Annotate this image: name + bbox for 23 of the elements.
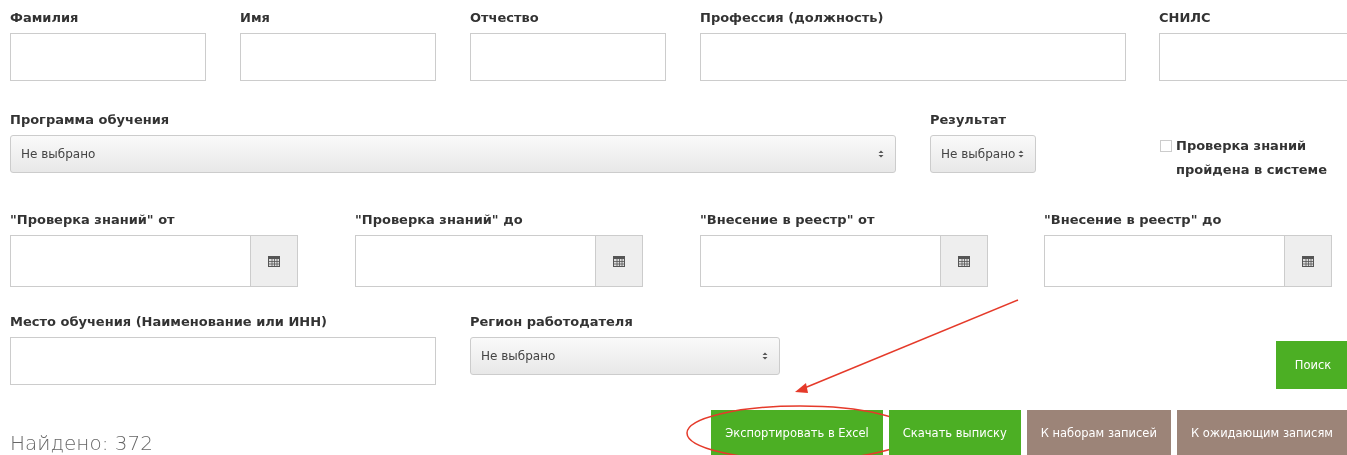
program-select[interactable]: Не выбрано: [10, 135, 896, 173]
field-label: Результат: [930, 112, 1007, 127]
field-label: Программа обучения: [10, 112, 171, 127]
field-label: Регион работодателя: [470, 314, 634, 329]
field-label: "Внесение в реестр" от: [700, 212, 876, 227]
action-button[interactable]: Скачать выписку: [888, 410, 1021, 455]
region-select[interactable]: Не выбрано: [470, 337, 780, 375]
result-select[interactable]: Не выбрано: [930, 135, 1036, 173]
field-label: "Внесение в реестр" до: [1044, 212, 1223, 227]
search-button[interactable]: Поиск: [1276, 341, 1347, 389]
field-label: Место обучения (Наименование или ИНН): [10, 314, 328, 329]
field-label: "Проверка знаний" от: [10, 212, 176, 227]
checkbox-label: Проверка знаний пройдена в системе: [1176, 137, 1328, 179]
field-label: Профессия (должность): [700, 10, 885, 25]
results-count: Найдено: 372: [10, 431, 153, 455]
action-button[interactable]: Экспортировать в Excel: [711, 410, 883, 455]
field-label: Отчество: [470, 10, 540, 25]
action-button[interactable]: К наборам записей: [1026, 410, 1171, 455]
field-label: СНИЛС: [1159, 10, 1212, 25]
action-button[interactable]: К ожидающим записям: [1176, 410, 1347, 455]
field-label: "Проверка знаний" до: [355, 212, 524, 227]
field-label: Фамилия: [10, 10, 80, 25]
field-label: Имя: [240, 10, 271, 25]
